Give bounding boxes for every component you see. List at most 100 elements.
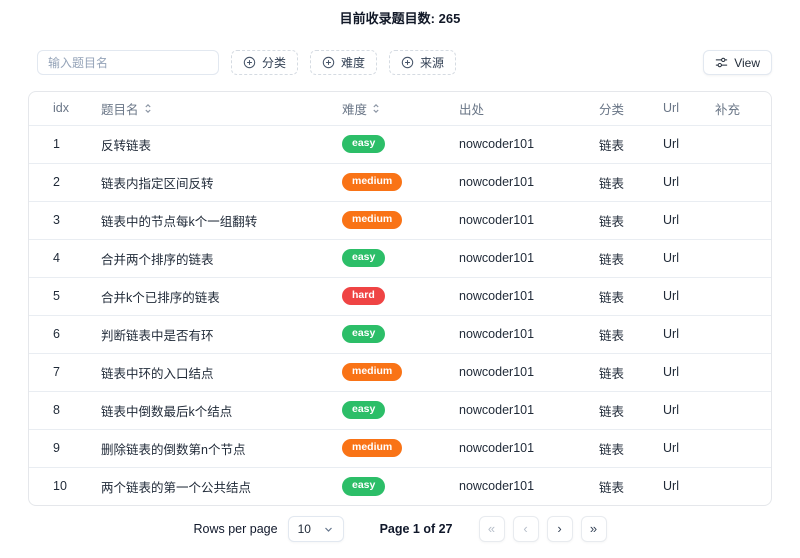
difficulty-badge: hard — [342, 286, 385, 306]
filter-category-label: 分类 — [262, 56, 287, 70]
cell-url[interactable]: Url — [663, 289, 679, 303]
view-button-label: View — [734, 55, 760, 70]
column-header-idx: idx — [53, 101, 69, 116]
column-header-source: 出处 — [459, 102, 485, 117]
cell-idx: 4 — [53, 251, 60, 265]
cell-url[interactable]: Url — [663, 213, 679, 227]
column-header-extra: 补充 — [715, 102, 741, 117]
difficulty-badge: medium — [342, 172, 403, 192]
cell-title: 链表中的节点每k个一组翻转 — [101, 214, 258, 229]
table-header-row: idx 题目名 难度 出处 分类 Url 补充 — [29, 92, 771, 125]
difficulty-badge: easy — [342, 134, 386, 154]
cell-category: 链表 — [599, 290, 625, 305]
plus-circle-icon — [401, 56, 414, 69]
cell-source: nowcoder101 — [459, 175, 535, 189]
cell-source: nowcoder101 — [459, 441, 535, 455]
cell-source: nowcoder101 — [459, 403, 535, 417]
cell-idx: 10 — [53, 479, 67, 494]
pagination-bar: Rows per page 10 Page 1 of 27 « ‹ › » — [0, 516, 800, 542]
cell-category: 链表 — [599, 328, 625, 343]
cell-source: nowcoder101 — [459, 479, 535, 494]
difficulty-badge: easy — [342, 400, 386, 420]
cell-source: nowcoder101 — [459, 137, 535, 151]
column-header-title[interactable]: 题目名 — [101, 92, 342, 125]
cell-category: 链表 — [599, 214, 625, 229]
cell-source: nowcoder101 — [459, 213, 535, 227]
table-row: 7 链表中环的入口结点 medium nowcoder101 链表 Url — [29, 353, 771, 391]
cell-category: 链表 — [599, 480, 625, 495]
table-row: 3 链表中的节点每k个一组翻转 medium nowcoder101 链表 Url — [29, 201, 771, 239]
cell-category: 链表 — [599, 138, 625, 153]
cell-url[interactable]: Url — [663, 365, 679, 379]
cell-title: 反转链表 — [101, 138, 152, 153]
cell-source: nowcoder101 — [459, 289, 535, 303]
difficulty-badge: easy — [342, 248, 386, 268]
questions-table: idx 题目名 难度 出处 分类 Url 补充 1 反转链表 easy nowc… — [28, 91, 772, 506]
cell-url[interactable]: Url — [663, 137, 679, 151]
filter-category-button[interactable]: 分类 — [231, 50, 299, 75]
cell-url[interactable]: Url — [663, 403, 679, 417]
cell-url[interactable]: Url — [663, 441, 679, 455]
cell-source: nowcoder101 — [459, 251, 535, 265]
table-row: 2 链表内指定区间反转 medium nowcoder101 链表 Url — [29, 163, 771, 201]
cell-category: 链表 — [599, 176, 625, 191]
mixer-sliders-icon — [715, 56, 728, 69]
cell-title: 链表内指定区间反转 — [101, 176, 214, 191]
sort-chevrons-icon — [143, 103, 153, 114]
difficulty-badge: medium — [342, 438, 403, 458]
cell-url[interactable]: Url — [663, 251, 679, 265]
cell-title: 链表中环的入口结点 — [101, 366, 214, 381]
page-info: Page 1 of 27 — [379, 522, 453, 536]
view-button[interactable]: View — [703, 50, 772, 75]
cell-source: nowcoder101 — [459, 365, 535, 379]
last-page-button[interactable]: » — [580, 516, 607, 542]
column-header-difficulty[interactable]: 难度 — [342, 92, 459, 125]
cell-idx: 8 — [53, 403, 60, 417]
rows-per-page-value: 10 — [297, 522, 311, 536]
cell-title: 两个链表的第一个公共结点 — [101, 480, 252, 495]
table-row: 9 删除链表的倒数第n个节点 medium nowcoder101 链表 Url — [29, 429, 771, 467]
chevron-down-icon — [323, 524, 334, 535]
search-input[interactable] — [37, 50, 219, 75]
difficulty-badge: easy — [342, 476, 386, 496]
cell-category: 链表 — [599, 366, 625, 381]
cell-url[interactable]: Url — [663, 327, 679, 341]
table-row: 6 判断链表中是否有环 easy nowcoder101 链表 Url — [29, 315, 771, 353]
cell-url[interactable]: Url — [663, 175, 679, 189]
cell-idx: 7 — [53, 365, 60, 379]
difficulty-badge: medium — [342, 210, 403, 230]
filter-source-button[interactable]: 来源 — [389, 50, 457, 75]
cell-title: 合并k个已排序的链表 — [101, 290, 220, 305]
plus-circle-icon — [322, 56, 335, 69]
cell-category: 链表 — [599, 404, 625, 419]
cell-idx: 3 — [53, 213, 60, 227]
difficulty-badge: medium — [342, 362, 403, 382]
cell-category: 链表 — [599, 442, 625, 457]
rows-per-page-label: Rows per page — [193, 522, 278, 536]
table-row: 5 合并k个已排序的链表 hard nowcoder101 链表 Url — [29, 277, 771, 315]
next-page-button[interactable]: › — [546, 516, 573, 542]
pager-buttons: « ‹ › » — [478, 516, 607, 542]
cell-category: 链表 — [599, 252, 625, 267]
cell-title: 删除链表的倒数第n个节点 — [101, 442, 246, 457]
cell-title: 判断链表中是否有环 — [101, 328, 214, 343]
page-title: 目前收录题目数: 265 — [339, 11, 461, 26]
cell-url[interactable]: Url — [663, 479, 679, 493]
table-body: 1 反转链表 easy nowcoder101 链表 Url 2 链表内指定区间反转 mediu… — [29, 125, 771, 505]
column-header-category: 分类 — [599, 102, 625, 117]
cell-title: 链表中倒数最后k个结点 — [101, 404, 233, 419]
table-row: 8 链表中倒数最后k个结点 easy nowcoder101 链表 Url — [29, 391, 771, 429]
plus-circle-icon — [243, 56, 256, 69]
filter-difficulty-button[interactable]: 难度 — [310, 50, 378, 75]
table-row: 1 反转链表 easy nowcoder101 链表 Url — [29, 125, 771, 163]
column-header-url: Url — [663, 101, 679, 116]
cell-title: 合并两个排序的链表 — [101, 252, 214, 267]
prev-page-button[interactable]: ‹ — [512, 516, 539, 542]
rows-per-page-select[interactable]: 10 — [287, 516, 344, 542]
cell-idx: 6 — [53, 327, 60, 341]
cell-idx: 1 — [53, 137, 60, 151]
first-page-button[interactable]: « — [478, 516, 505, 542]
difficulty-badge: easy — [342, 324, 386, 344]
cell-idx: 2 — [53, 175, 60, 189]
cell-idx: 5 — [53, 289, 60, 303]
